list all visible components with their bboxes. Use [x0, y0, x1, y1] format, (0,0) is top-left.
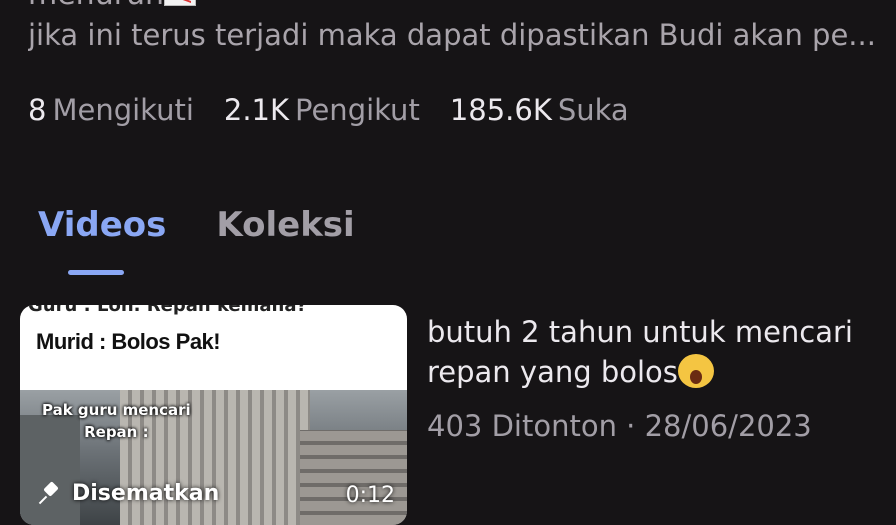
- caption-line-1: Pak guru mencari: [42, 401, 191, 419]
- thumbnail-caption-murid: Murid : Bolos Pak!: [36, 329, 221, 354]
- caption-line-2: Repan :: [84, 423, 149, 441]
- tab-videos[interactable]: Videos: [38, 203, 166, 247]
- pinned-label: Disematkan: [72, 481, 220, 506]
- tab-koleksi[interactable]: Koleksi: [216, 203, 354, 247]
- video-title[interactable]: butuh 2 tahun untuk mencari repan yang b…: [427, 312, 887, 392]
- view-count: 403 Ditonton: [427, 409, 617, 443]
- video-title-text: butuh 2 tahun untuk mencari repan yang b…: [427, 315, 853, 389]
- following-label: Mengikuti: [52, 93, 194, 127]
- followers-label: Pengikut: [295, 93, 420, 127]
- profile-tabs: Videos Koleksi: [38, 203, 405, 247]
- active-tab-indicator: [68, 270, 124, 275]
- stat-followers[interactable]: 2.1K Pengikut: [224, 92, 420, 128]
- upload-date: 28/06/2023: [644, 409, 812, 443]
- pinned-badge: Disematkan: [40, 481, 219, 506]
- video-duration: 0:12: [345, 483, 395, 508]
- pin-icon: [40, 483, 62, 505]
- profile-stats: 8 Mengikuti 2.1K Pengikut 185.6K Suka: [28, 92, 659, 128]
- meta-separator: ·: [626, 409, 636, 443]
- stat-likes[interactable]: 185.6K Suka: [450, 92, 629, 128]
- bio-line-partial: menurun: [28, 0, 197, 12]
- bio-text[interactable]: jika ini terus terjadi maka dapat dipast…: [28, 17, 890, 53]
- likes-label: Suka: [557, 93, 629, 127]
- followers-count: 2.1K: [223, 93, 290, 127]
- bio-text-partial: menurun: [28, 0, 164, 12]
- thumbnail-caption-pakguru: Pak guru mencari Repan :: [42, 399, 191, 443]
- following-count: 8: [28, 93, 47, 127]
- video-thumbnail[interactable]: Guru : Loh. Repan kemana? Murid : Bolos …: [20, 305, 407, 525]
- building-right: [300, 430, 407, 525]
- chart-decreasing-emoji-icon: [164, 0, 197, 6]
- stat-following[interactable]: 8 Mengikuti: [28, 92, 194, 128]
- thumbnail-top-caption: Guru : Loh. Repan kemana?: [28, 305, 307, 316]
- likes-count: 185.6K: [449, 93, 552, 127]
- video-meta: 403 Ditonton · 28/06/2023: [427, 408, 812, 444]
- screaming-face-emoji-icon: [677, 354, 714, 388]
